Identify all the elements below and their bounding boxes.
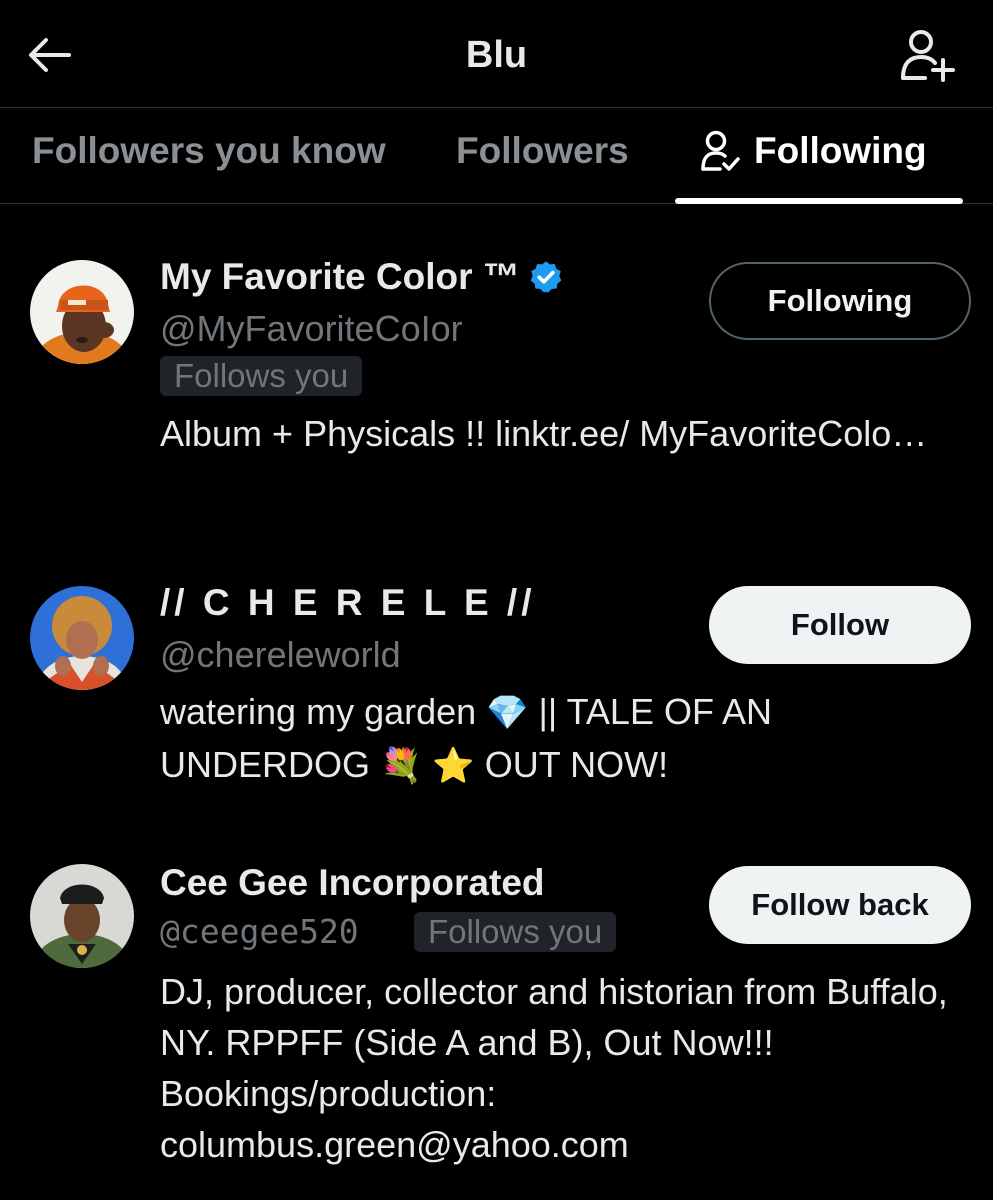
gem-emoji: 💎 (486, 694, 529, 732)
follows-you-badge: Follows you (414, 912, 617, 952)
user-bio: watering my garden 💎 || TALE OF AN UNDER… (160, 686, 860, 792)
user-bio: DJ, producer, collector and historian fr… (160, 971, 948, 1165)
user-row[interactable]: // C H E R E L E // @chereleworld wateri… (0, 560, 993, 800)
user-name: // C H E R E L E // (160, 582, 536, 623)
star-emoji: ⭐ (432, 747, 475, 785)
verified-badge-icon (530, 261, 562, 293)
user-handle: @MyFavoriteCoIor (160, 308, 463, 349)
person-add-icon (901, 30, 955, 82)
tab-followers-you-know[interactable]: Followers you know (32, 130, 386, 172)
avatar[interactable] (30, 864, 134, 968)
avatar[interactable] (30, 260, 134, 364)
user-name-row: My Favorite Color ™ (160, 256, 564, 298)
follow-back-button[interactable]: Follow back (709, 866, 971, 944)
follows-you-badge: Follows you (160, 356, 363, 396)
add-user-button[interactable] (896, 26, 958, 84)
user-bio: Album + Physicals !! linktr.ee/ MyFavori… (160, 413, 928, 454)
tab-bar: Followers you know Followers Following (0, 108, 993, 204)
tab-followers[interactable]: Followers (456, 130, 629, 172)
user-name: Cee Gee Incorporated (160, 862, 545, 903)
tab-following[interactable]: Following (700, 130, 927, 172)
tab-following-label: Following (754, 130, 927, 171)
user-row[interactable]: Cee Gee Incorporated @ceegee520 Follows … (0, 840, 993, 1180)
bio-text: OUT NOW! (484, 744, 669, 785)
user-handle: @ceegee520 (160, 912, 359, 951)
person-check-icon (701, 130, 740, 171)
top-bar: Blu (0, 0, 993, 108)
bouquet-emoji: 💐 (380, 747, 423, 785)
avatar[interactable] (30, 586, 134, 690)
bio-text: watering my garden (160, 691, 477, 732)
user-row[interactable]: My Favorite Color ™ @MyFavoriteCoIor Fol… (0, 204, 993, 534)
user-handle: @chereleworld (160, 634, 401, 675)
page-title: Blu (465, 34, 528, 76)
follow-button[interactable]: Follow (709, 586, 971, 664)
user-name: My Favorite Color ™ (160, 256, 520, 297)
following-button[interactable]: Following (709, 262, 971, 340)
